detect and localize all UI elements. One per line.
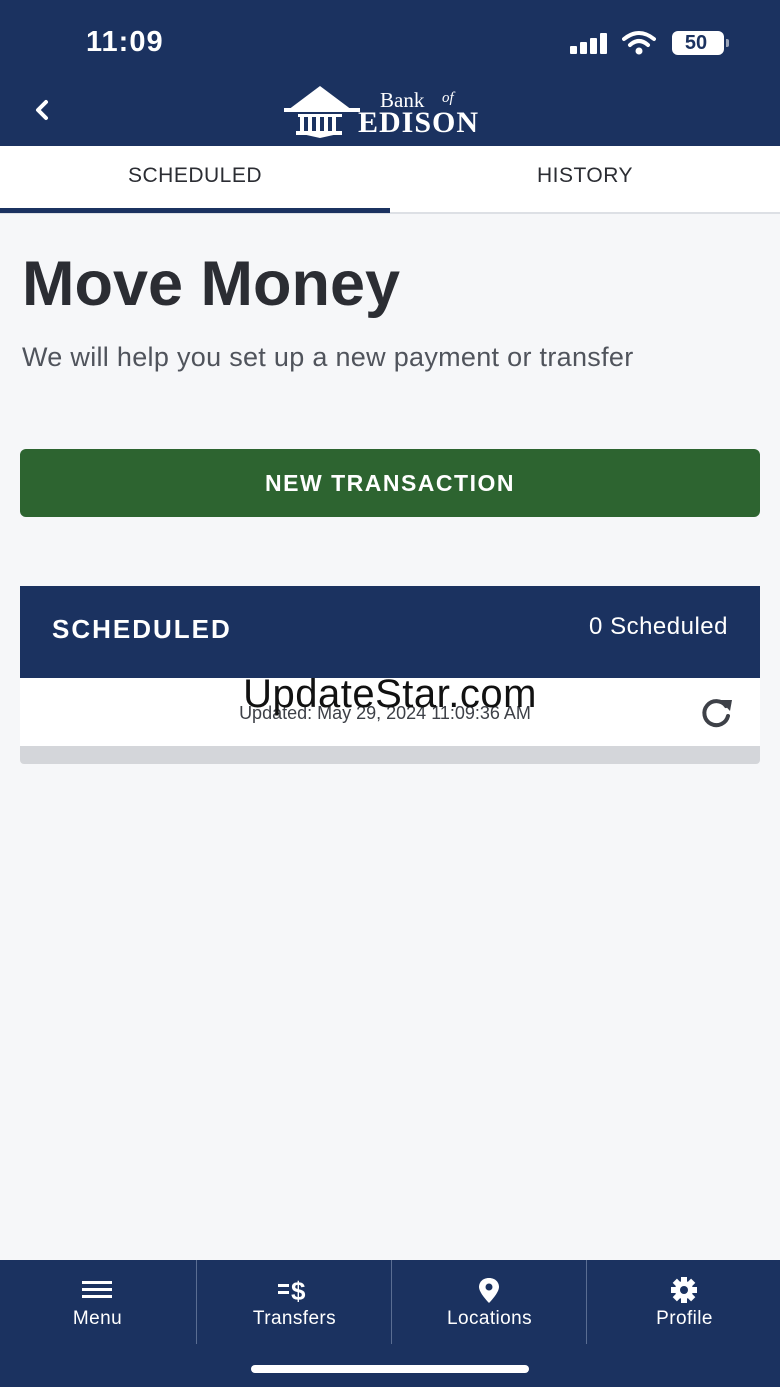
logo-text-of: of [442,90,454,106]
tab-bar: SCHEDULED HISTORY [0,146,780,214]
active-tab-indicator [0,208,390,213]
wifi-icon [622,31,656,55]
nav-item-locations[interactable]: Locations [391,1260,586,1344]
bank-building-icon [284,86,360,138]
tab-scheduled[interactable]: SCHEDULED [0,146,390,212]
nav-label-menu: Menu [72,1308,123,1329]
nav-label-profile: Profile [656,1308,713,1329]
transfers-icon: $ [278,1276,306,1304]
svg-text:$: $ [291,1276,306,1304]
scheduled-title: SCHEDULED [52,614,232,644]
top-bar: 11:09 50 Bank of EDISON [0,0,780,146]
nav-item-transfers[interactable]: $ Transfers [196,1260,391,1344]
nav-label-locations: Locations [447,1308,532,1329]
watermark: UpdateStar.com [243,672,537,716]
battery-icon: 50 [672,31,729,55]
nav-item-profile[interactable]: Profile [586,1260,780,1344]
tab-history[interactable]: HISTORY [390,146,780,212]
scheduled-header: SCHEDULED 0 Scheduled [20,586,760,678]
new-transaction-button[interactable]: NEW TRANSACTION [20,449,760,517]
nav-label-transfers: Transfers [252,1308,337,1329]
status-time: 11:09 [86,26,164,58]
back-button[interactable] [26,92,60,128]
logo-text-edison: EDISON [358,106,480,139]
home-indicator [251,1365,529,1373]
page-subtitle: We will help you set up a new payment or… [22,342,634,372]
bank-logo: Bank of EDISON [284,84,498,140]
menu-icon [82,1281,112,1298]
scheduled-count: 0 Scheduled [589,613,728,640]
gear-icon [671,1277,697,1303]
location-pin-icon [479,1278,499,1303]
cellular-signal-icon [570,32,610,54]
nav-item-menu[interactable]: Menu [0,1260,195,1344]
battery-level: 50 [684,32,708,54]
page-title: Move Money [22,249,401,319]
